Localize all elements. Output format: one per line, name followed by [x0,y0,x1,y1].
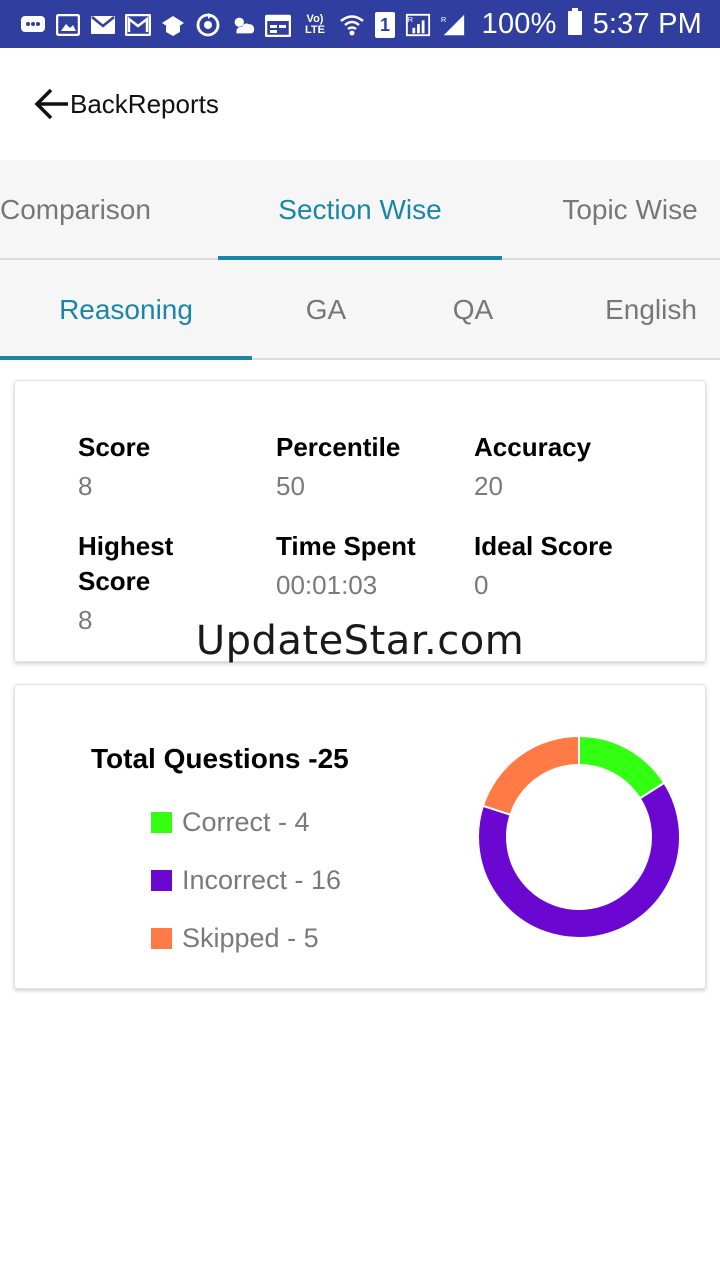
stat-value: 8 [78,471,93,501]
donut-slice-correct [578,735,666,800]
status-bar: Vo) LTE 1 R R 100% 5:37 PM [0,0,720,48]
notification-icons: Vo) LTE 1 R R [20,10,466,40]
signal-icon: R [440,13,466,37]
weather-icon [230,13,256,37]
summary-card: Total Questions -25 Correct - 4 Incorrec… [14,684,706,989]
sim-icon: 1 [374,12,396,38]
volte-icon: Vo) LTE [305,13,325,36]
stat-ideal-score: Ideal Score 0 [474,529,684,602]
app-header: BackReports [0,48,720,160]
tab-english[interactable]: English [546,260,720,360]
svg-text:R: R [408,15,413,24]
school-icon [160,13,186,37]
legend-swatch [151,812,172,833]
legend-skipped: Skipped - 5 [151,923,319,954]
tab-section-wise[interactable]: Section Wise [218,160,502,260]
report-type-tabs: Comparison Section Wise Topic Wise [0,160,720,260]
stat-value: 20 [474,471,503,501]
mail-icon [90,13,116,37]
tab-topic-wise[interactable]: Topic Wise [540,160,720,260]
legend-incorrect: Incorrect - 16 [151,865,341,896]
tab-qa[interactable]: QA [400,260,546,360]
battery-percent: 100% [481,7,557,40]
back-button[interactable]: BackReports [34,86,219,122]
donut-chart [477,735,681,939]
signal-icon: R [405,13,431,37]
battery-icon [567,7,583,41]
svg-text:R: R [441,15,446,24]
stat-value: 00:01:03 [276,570,378,600]
clock: 5:37 PM [592,7,702,40]
stat-value: 0 [474,570,489,600]
stat-time-spent: Time Spent 00:01:03 [276,529,466,602]
calendar-icon [265,13,291,37]
legend-label: Correct - 4 [182,807,310,837]
chat-icon [20,13,46,37]
legend-label: Skipped - 5 [182,923,319,953]
legend-label: Incorrect - 16 [182,865,342,895]
legend-swatch [151,870,172,891]
page-title: BackReports [70,88,219,119]
watermark: UpdateStar.com [195,618,525,664]
stat-accuracy: Accuracy 20 [474,430,684,503]
stat-label: Highest Score [78,531,174,596]
arrow-left-icon[interactable] [34,86,70,122]
donut-slice-skipped [481,735,580,817]
stat-label: Score [78,432,151,462]
stat-label: Time Spent [276,531,416,561]
stat-label: Percentile [276,432,401,462]
tab-reasoning[interactable]: Reasoning [0,260,252,360]
image-icon [55,13,81,37]
tab-ga[interactable]: GA [252,260,400,360]
stat-label: Ideal Score [474,531,613,561]
legend-correct: Correct - 4 [151,807,310,838]
tab-comparison[interactable]: Comparison [0,160,164,260]
stat-value: 50 [276,471,305,501]
wifi-icon [339,13,365,37]
sync-icon [195,13,221,37]
total-questions: Total Questions -25 [91,743,349,774]
stat-label: Accuracy [474,432,592,462]
active-section-indicator [0,356,252,360]
stat-score: Score 8 [78,430,268,503]
section-tabs: Reasoning GA QA English [0,260,720,360]
status-right: 100% 5:37 PM [482,0,702,48]
gmail-icon [125,13,151,37]
stat-percentile: Percentile 50 [276,430,466,503]
legend-swatch [151,928,172,949]
